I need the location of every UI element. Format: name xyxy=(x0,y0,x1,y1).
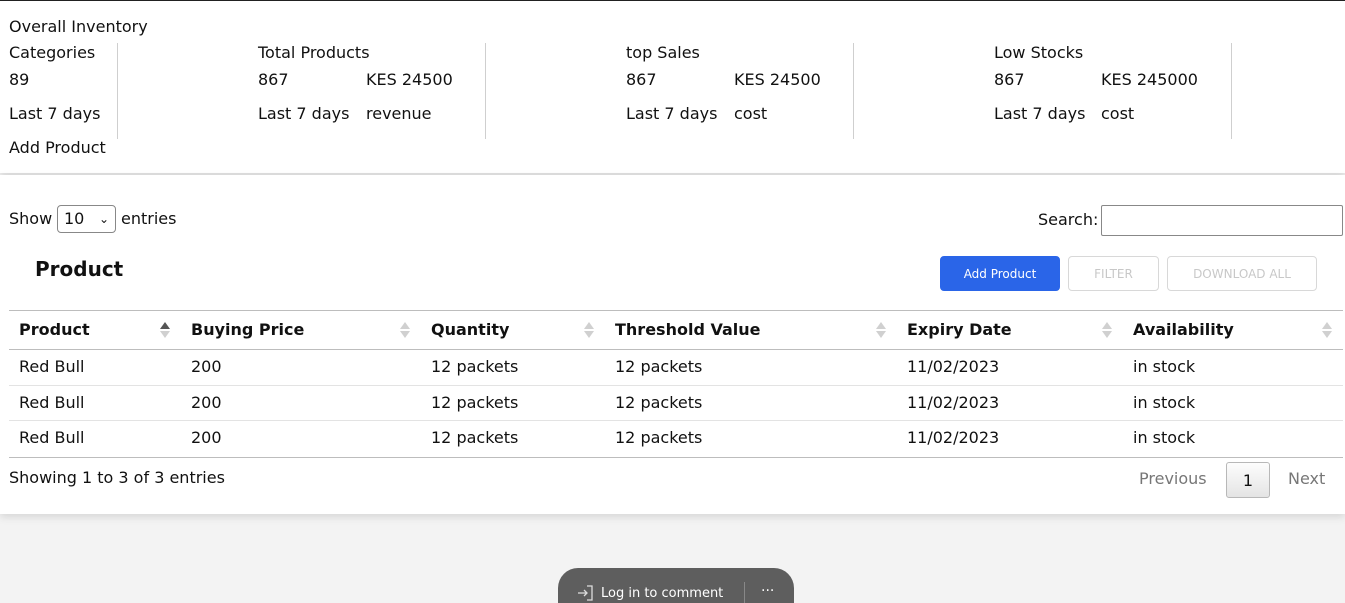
low-stocks-label: Low Stocks xyxy=(994,43,1084,62)
divider xyxy=(853,43,854,139)
total-products-value: 867 xyxy=(258,70,289,89)
column-header-availability[interactable]: Availability xyxy=(1133,320,1234,340)
total-products-sub: revenue xyxy=(366,104,432,123)
total-products-label: Total Products xyxy=(258,43,370,62)
previous-page-button[interactable]: Previous xyxy=(1139,469,1207,489)
divider xyxy=(485,43,486,139)
low-stocks-value: 867 xyxy=(994,70,1025,89)
overall-inventory-card: Overall Inventory Categories 89 Last 7 d… xyxy=(0,1,1345,173)
top-sales-label: top Sales xyxy=(626,43,700,62)
low-stocks-sub: cost xyxy=(1101,104,1135,123)
cell-quantity: 12 packets xyxy=(431,428,519,447)
cell-product: Red Bull xyxy=(19,428,85,447)
divider xyxy=(117,43,118,139)
divider xyxy=(1231,43,1232,139)
top-sales-period: Last 7 days xyxy=(626,104,718,123)
entries-select[interactable]: 10 ⌄ xyxy=(57,205,116,233)
column-header-quantity[interactable]: Quantity xyxy=(431,320,509,340)
search-input[interactable] xyxy=(1101,205,1343,236)
sort-icon xyxy=(584,321,594,339)
table-bottom-border xyxy=(9,457,1343,458)
top-sales-value: 867 xyxy=(626,70,657,89)
overview-title: Overall Inventory xyxy=(9,17,148,36)
pagination-info: Showing 1 to 3 of 3 entries xyxy=(9,468,225,487)
cell-buying-price: 200 xyxy=(191,393,222,412)
login-to-comment-button[interactable]: Log in to comment xyxy=(601,585,723,603)
low-stocks-amount: KES 245000 xyxy=(1101,70,1198,89)
comment-bar: Log in to comment ··· xyxy=(558,568,794,603)
cell-product: Red Bull xyxy=(19,357,85,376)
products-table-card: Show 10 ⌄ entries Search: Product Add Pr… xyxy=(0,175,1345,514)
download-all-button[interactable]: DOWNLOAD ALL xyxy=(1167,256,1317,291)
cell-expiry-date: 11/02/2023 xyxy=(907,393,1000,412)
cell-quantity: 12 packets xyxy=(431,357,519,376)
categories-label: Categories xyxy=(9,43,96,62)
entries-label: entries xyxy=(121,209,177,228)
chevron-down-icon: ⌄ xyxy=(98,212,109,226)
row-divider xyxy=(9,385,1343,386)
more-options-icon[interactable]: ··· xyxy=(761,582,774,600)
cell-expiry-date: 11/02/2023 xyxy=(907,428,1000,447)
filter-button[interactable]: FILTER xyxy=(1068,256,1159,291)
product-section-title: Product xyxy=(35,257,124,281)
sort-icon xyxy=(160,321,170,339)
total-products-amount: KES 24500 xyxy=(366,70,453,89)
header-bottom-border xyxy=(9,349,1343,350)
cell-buying-price: 200 xyxy=(191,357,222,376)
column-header-expiry-date[interactable]: Expiry Date xyxy=(907,320,1012,340)
cell-availability: in stock xyxy=(1133,393,1196,412)
cell-availability: in stock xyxy=(1133,357,1196,376)
top-sales-amount: KES 24500 xyxy=(734,70,821,89)
add-product-button[interactable]: Add Product xyxy=(940,256,1060,291)
overview-add-product-link[interactable]: Add Product xyxy=(9,138,106,158)
sort-icon xyxy=(1322,321,1332,339)
column-header-product[interactable]: Product xyxy=(19,320,90,340)
separator xyxy=(744,582,745,603)
entries-select-value: 10 xyxy=(64,209,85,228)
column-header-buying-price[interactable]: Buying Price xyxy=(191,320,304,340)
low-stocks-period: Last 7 days xyxy=(994,104,1086,123)
sort-icon xyxy=(400,321,410,339)
sort-icon xyxy=(1102,321,1112,339)
cell-threshold-value: 12 packets xyxy=(615,393,703,412)
search-label: Search: xyxy=(1038,210,1099,229)
cell-buying-price: 200 xyxy=(191,428,222,447)
categories-value: 89 xyxy=(9,70,30,89)
show-label: Show xyxy=(9,209,53,228)
cell-expiry-date: 11/02/2023 xyxy=(907,357,1000,376)
row-divider xyxy=(9,420,1343,421)
cell-threshold-value: 12 packets xyxy=(615,357,703,376)
next-page-button[interactable]: Next xyxy=(1288,469,1325,489)
column-header-threshold-value[interactable]: Threshold Value xyxy=(615,320,761,340)
cell-availability: in stock xyxy=(1133,428,1196,447)
login-icon xyxy=(578,585,593,601)
total-products-period: Last 7 days xyxy=(258,104,350,123)
top-sales-sub: cost xyxy=(734,104,768,123)
cell-quantity: 12 packets xyxy=(431,393,519,412)
cell-threshold-value: 12 packets xyxy=(615,428,703,447)
sort-icon xyxy=(876,321,886,339)
table-top-border xyxy=(9,310,1343,311)
categories-period: Last 7 days xyxy=(9,104,101,123)
cell-product: Red Bull xyxy=(19,393,85,412)
page-1-button[interactable]: 1 xyxy=(1226,462,1270,498)
